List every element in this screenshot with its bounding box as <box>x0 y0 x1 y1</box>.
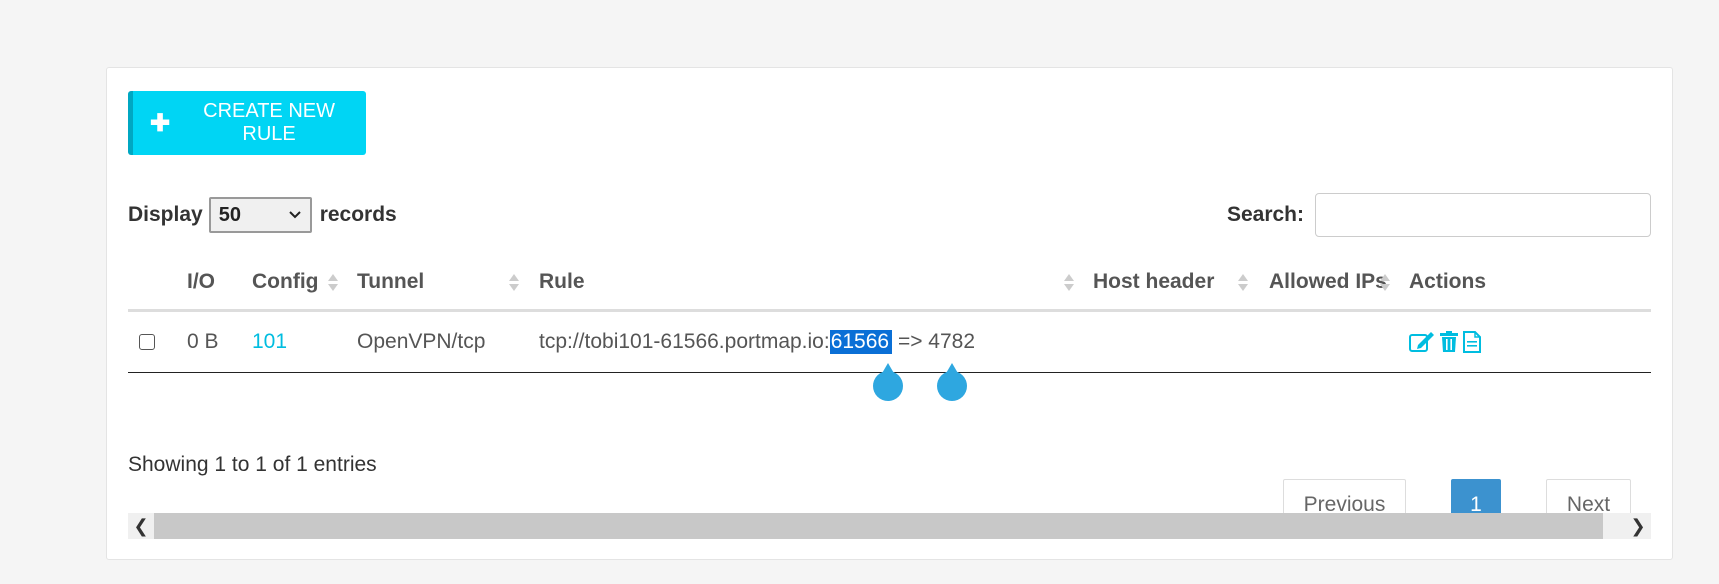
actions-cell <box>1409 312 1481 372</box>
column-header-io[interactable]: I/O <box>187 255 215 309</box>
selection-end-handle[interactable] <box>937 363 967 401</box>
column-header-host-header[interactable]: Host header <box>1093 255 1214 309</box>
scrollbar-thumb[interactable] <box>154 513 1603 539</box>
rules-table: I/O Config Tunnel Rule Host header Allow… <box>128 255 1651 373</box>
chevron-down-icon <box>288 211 301 219</box>
column-header-actions: Actions <box>1409 270 1487 293</box>
sort-icon[interactable] <box>1238 274 1248 292</box>
table-info: Showing 1 to 1 of 1 entries <box>128 453 377 476</box>
row-select-cell <box>139 312 155 372</box>
sort-icon[interactable] <box>1380 274 1390 292</box>
horizontal-scrollbar[interactable]: ❮ ❯ <box>128 513 1651 539</box>
plus-icon: ✚ <box>150 109 171 137</box>
rule-cell[interactable]: tcp://tobi101-61566.portmap.io: 61566 => … <box>539 312 975 372</box>
sort-icon[interactable] <box>1064 274 1074 292</box>
create-new-rule-button[interactable]: ✚ CREATE NEW RULE <box>128 91 366 155</box>
row-checkbox[interactable] <box>139 334 155 350</box>
records-label: records <box>319 203 397 226</box>
rules-panel: ✚ CREATE NEW RULE Display 50 records Sea… <box>106 67 1673 560</box>
sort-icon[interactable] <box>509 274 519 292</box>
selected-text: 61566 <box>829 330 893 354</box>
io-cell: 0 B <box>187 330 219 353</box>
chevron-right-icon[interactable]: ❯ <box>1625 513 1651 539</box>
config-link[interactable]: 101 <box>252 312 287 372</box>
trash-icon[interactable] <box>1439 331 1459 353</box>
column-header-rule[interactable]: Rule <box>539 255 585 309</box>
search-input[interactable] <box>1315 193 1651 237</box>
display-label: Display <box>128 203 203 226</box>
search-control: Search: <box>1227 193 1651 237</box>
column-header-allowed-ips[interactable]: Allowed IPs <box>1269 255 1387 309</box>
column-header-config[interactable]: Config <box>252 255 318 309</box>
chevron-left-icon[interactable]: ❮ <box>128 513 154 539</box>
column-header-tunnel[interactable]: Tunnel <box>357 255 424 309</box>
selection-start-handle[interactable] <box>873 363 903 401</box>
rule-target: => 4782 <box>892 330 976 353</box>
records-per-page-value: 50 <box>218 203 241 226</box>
edit-icon[interactable] <box>1409 331 1435 353</box>
search-label: Search: <box>1226 203 1304 226</box>
create-new-rule-label: CREATE NEW RULE <box>203 100 335 145</box>
rule-text: tcp://tobi101-61566.portmap.io: <box>539 330 830 353</box>
records-per-page-select[interactable]: 50 <box>208 197 312 233</box>
records-length-control: Display 50 records <box>128 195 397 235</box>
table-header: I/O Config Tunnel Rule Host header Allow… <box>128 255 1651 312</box>
document-icon[interactable] <box>1463 331 1481 353</box>
tunnel-cell: OpenVPN/tcp <box>357 330 486 353</box>
sort-icon[interactable] <box>328 274 338 292</box>
